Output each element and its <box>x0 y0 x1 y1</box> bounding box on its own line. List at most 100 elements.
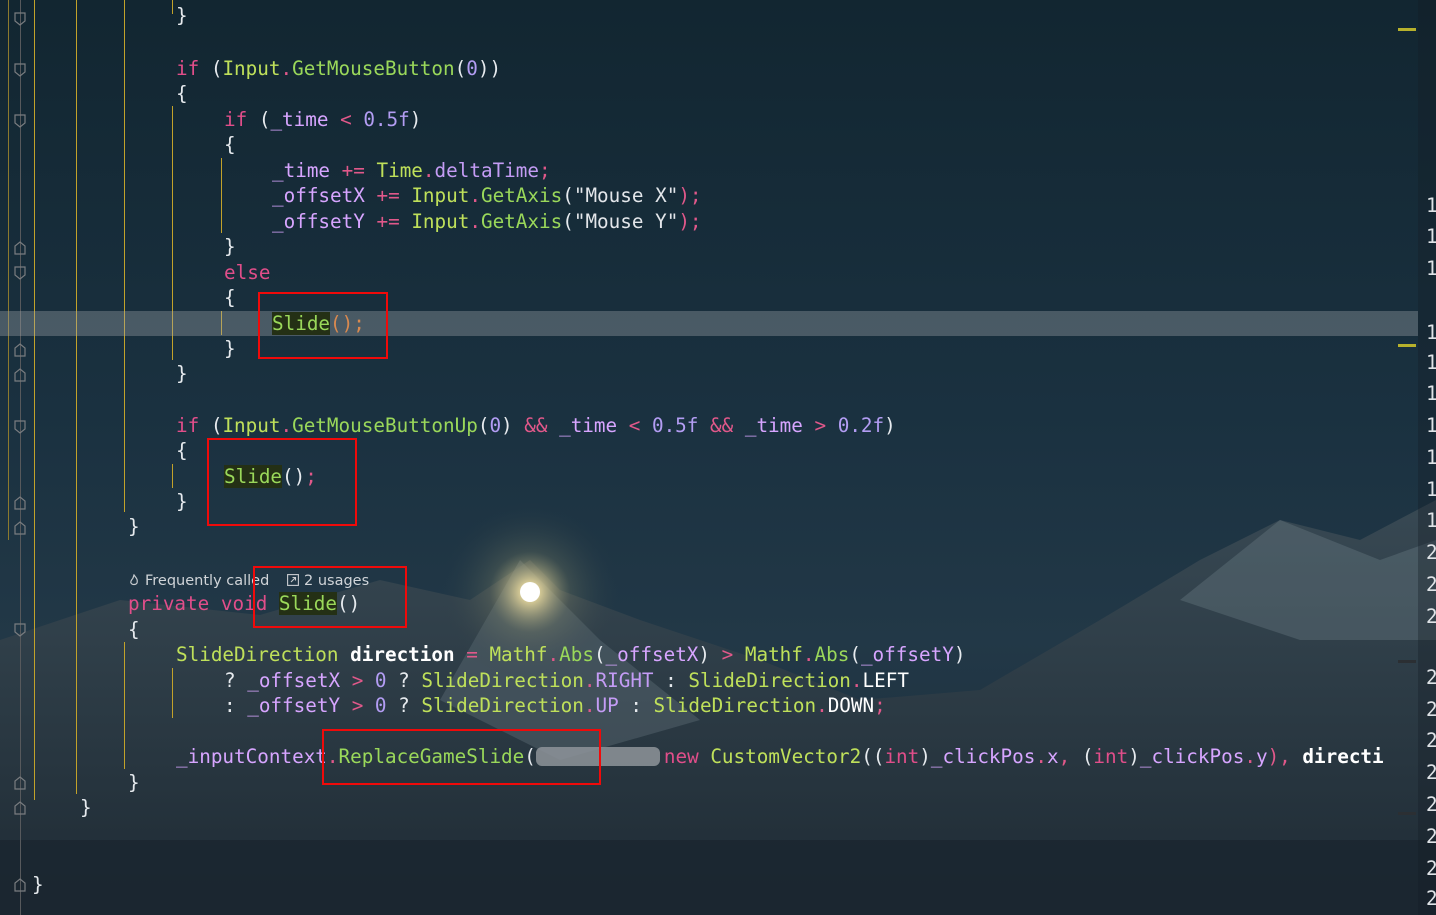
code-line[interactable]: SlideDirection direction = Mathf.Abs(_of… <box>176 642 965 667</box>
code-token: { <box>224 286 236 309</box>
code-line[interactable]: } <box>176 361 188 386</box>
line-number: 1 <box>1426 446 1436 469</box>
code-token: SlideDirection <box>688 669 851 692</box>
code-token: { <box>176 439 188 462</box>
code-token: RIGHT <box>595 669 654 692</box>
code-token: ( <box>562 210 574 233</box>
code-token: } <box>224 337 236 360</box>
code-token: _time <box>272 159 331 182</box>
code-token: _clickPos <box>1139 745 1245 768</box>
line-number: 1 <box>1426 194 1436 217</box>
code-token: Time <box>376 159 423 182</box>
code-token: 0.5f <box>651 414 699 437</box>
code-token: 0 <box>489 414 502 437</box>
annotation-box <box>253 566 407 628</box>
code-token: SlideDirection <box>653 694 817 717</box>
code-token: { <box>176 82 188 105</box>
code-line[interactable]: _offsetY += Input.GetAxis("Mouse Y"); <box>272 209 702 234</box>
code-token: _offsetY <box>860 643 954 666</box>
code-token: > <box>340 694 375 717</box>
flame-icon <box>128 572 140 586</box>
code-line[interactable]: } <box>32 872 44 897</box>
line-number: 2 <box>1426 857 1436 880</box>
code-token: > <box>340 669 375 692</box>
code-token: int <box>884 745 920 768</box>
code-line[interactable]: if (Input.GetMouseButtonUp(0) && _time <… <box>176 413 896 438</box>
code-token: { <box>224 133 236 156</box>
code-token: GetAxis <box>480 184 563 207</box>
code-token: ) <box>953 643 966 666</box>
code-token: ) <box>884 414 896 437</box>
code-line[interactable]: } <box>80 795 92 820</box>
code-token: } <box>176 4 188 27</box>
code-token: { <box>128 618 140 641</box>
code-line[interactable]: } <box>176 3 188 28</box>
code-line[interactable]: } <box>176 489 188 514</box>
code-token: . <box>1244 745 1256 768</box>
code-line[interactable]: else <box>224 260 270 285</box>
code-line[interactable]: { <box>128 617 140 642</box>
line-number: 1 <box>1426 351 1436 374</box>
code-line[interactable]: _time += Time.deltaTime; <box>272 158 551 183</box>
code-token: } <box>176 490 188 513</box>
code-token: . <box>802 643 815 666</box>
line-number: 2 <box>1426 666 1436 689</box>
code-token: Mathf <box>489 643 548 666</box>
code-token: } <box>224 235 236 258</box>
line-number: 2 <box>1426 761 1436 784</box>
code-line[interactable]: if (Input.GetMouseButton(0)) <box>176 56 501 81</box>
code-token: . <box>850 669 863 692</box>
code-token: = <box>454 643 490 666</box>
code-token: _time <box>270 108 329 131</box>
code-token: ( <box>210 414 223 437</box>
line-number: 2 <box>1426 793 1436 816</box>
line-number: 1 <box>1426 478 1436 501</box>
line-number: 2 <box>1426 605 1436 628</box>
code-line[interactable]: { <box>224 285 236 310</box>
code-token: (( <box>861 745 885 768</box>
code-token: Input <box>411 210 470 233</box>
code-token: new <box>663 745 711 768</box>
code-token: Abs <box>814 643 850 666</box>
code-token: , <box>1058 745 1082 768</box>
code-line[interactable]: { <box>224 132 236 157</box>
code-token: _time <box>559 414 618 437</box>
code-token: } <box>32 873 44 896</box>
code-token: } <box>128 515 140 538</box>
line-number: 2 <box>1426 541 1436 564</box>
code-token: CustomVector2 <box>710 745 862 768</box>
code-line[interactable]: } <box>224 234 236 259</box>
code-line[interactable]: } <box>128 770 140 795</box>
code-line[interactable]: } <box>128 514 140 539</box>
frequently-called-label: Frequently called <box>145 573 270 589</box>
scroll-marker <box>1398 344 1416 347</box>
code-token: _time <box>744 414 803 437</box>
code-token: Input <box>222 414 281 437</box>
code-line[interactable]: _offsetX += Input.GetAxis("Mouse X"); <box>272 183 702 208</box>
code-token: LEFT <box>862 669 909 692</box>
code-token: += <box>364 210 412 233</box>
code-token: += <box>364 184 412 207</box>
code-token: Abs <box>559 643 594 666</box>
code-token: ( <box>210 57 223 80</box>
code-token: ) <box>919 745 931 768</box>
code-token: GetMouseButton <box>292 57 455 80</box>
code-line[interactable]: { <box>176 438 188 463</box>
code-line[interactable]: ? _offsetX > 0 ? SlideDirection.RIGHT : … <box>224 668 909 693</box>
code-token: ) <box>1128 745 1140 768</box>
code-line[interactable]: { <box>176 81 188 106</box>
code-token: > <box>721 643 745 666</box>
code-line[interactable]: } <box>224 336 236 361</box>
line-number: 2 <box>1426 698 1436 721</box>
code-line[interactable]: : _offsetY > 0 ? SlideDirection.UP : Sli… <box>224 693 886 718</box>
code-token: : <box>618 694 654 717</box>
line-number: 1 <box>1426 509 1436 532</box>
code-line[interactable]: if (_time < 0.5f) <box>224 107 421 132</box>
code-token: ) <box>698 643 722 666</box>
line-number: 1 <box>1426 257 1436 280</box>
code-token: ) <box>409 108 422 131</box>
code-token: Input <box>411 184 470 207</box>
code-token: . <box>1035 745 1047 768</box>
code-token: 0 <box>374 694 387 717</box>
code-token: GetMouseButtonUp <box>292 414 478 437</box>
